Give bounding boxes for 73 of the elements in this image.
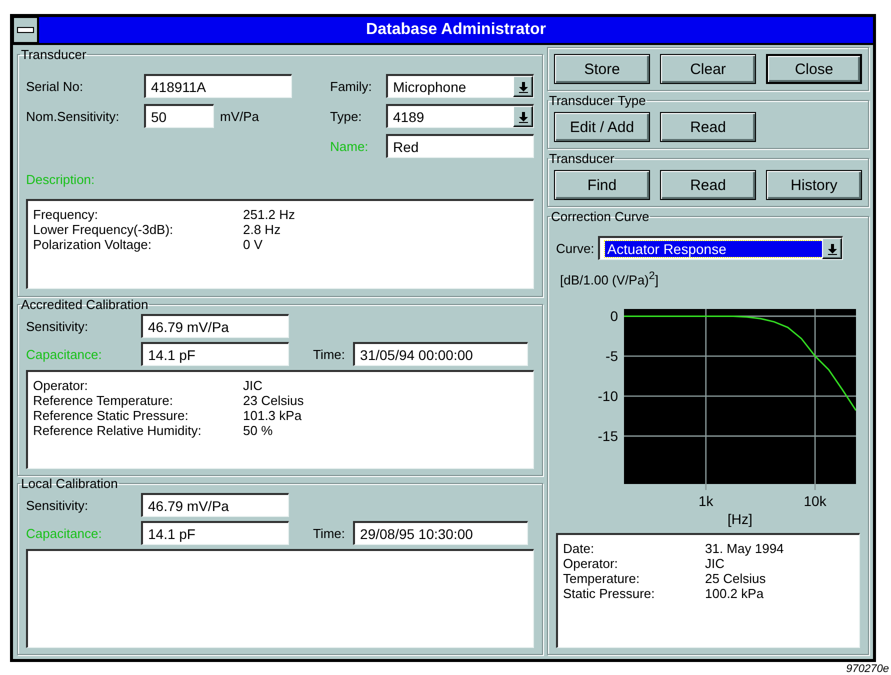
info-value: 23 Celsius [243,393,304,408]
axis-title: [Hz] [728,511,752,528]
info-value: 31. May 1994 [705,541,784,556]
field-label: Nom.Sensitivity: [26,108,120,124]
info-label: Operator: [33,378,89,393]
info-value: JIC [243,378,264,393]
field-label: Capacitance: [26,526,103,540]
group-title: Correction Curve [550,209,650,224]
info-value: 2.8 Hz [243,222,282,237]
field-label: Time: [313,346,346,362]
action-button[interactable]: Read [660,170,756,200]
action-button[interactable]: History [766,170,862,200]
action-button[interactable]: Read [660,112,756,142]
dropdown[interactable]: Microphone [386,74,534,98]
info-value: JIC [705,556,726,572]
tick-label: -5 [606,348,618,364]
tick-label: 1k [698,493,714,510]
tick-label: -10 [598,388,618,404]
field-label: Sensitivity: [26,318,90,334]
system-menu-button[interactable] [13,17,39,43]
info-value: 50 % [243,423,274,438]
field-label: Serial No: [26,78,84,94]
info-label: Temperature: [563,571,641,586]
unit-label: mV/Pa [220,108,260,124]
input-field[interactable]: 50 [144,104,214,128]
group-title: Accredited Calibration [20,297,150,312]
action-button[interactable]: Store [554,54,650,84]
input-field[interactable]: 31/05/94 00:00:00 [353,342,528,366]
dropdown[interactable]: Actuator Response [598,236,844,260]
action-button[interactable]: Close [766,54,862,84]
figure-code: 970270e [846,663,889,675]
tick-label: 10k [804,493,826,510]
tick-label: 0 [610,308,618,325]
field-label: Sensitivity: [26,498,90,512]
window-title: Database Administrator [365,21,547,39]
info-value: 25 Celsius [705,571,767,586]
group-title: Transducer [20,47,88,62]
info-label: Operator: [563,556,619,572]
field-label: Time: [313,526,346,540]
group-title: Transducer Type [548,93,647,108]
action-button[interactable]: Clear [660,54,756,84]
info-value: 0 V [243,237,264,252]
group-title: Transducer [548,151,616,166]
input-field[interactable]: Red [386,134,534,158]
axis-title: [dB/1.00 (V/Pa)$^{2}$] [560,270,659,288]
group-title: Local Calibration [20,476,119,491]
info-label: Static Pressure: [563,586,656,602]
input-field[interactable]: 46.79 mV/Pa [141,493,289,517]
input-field[interactable]: 29/08/95 10:30:00 [353,521,528,545]
info-label: Polarization Voltage: [33,237,153,252]
field-label: Curve: [556,240,594,256]
input-field[interactable]: 14.1 pF [141,521,289,545]
action-button[interactable]: Edit / Add [554,112,650,142]
info-label: Date: [563,541,596,556]
dropdown[interactable]: 4189 [386,104,534,128]
info-value: 100.2 kPa [705,586,765,602]
input-field[interactable]: 46.79 mV/Pa [141,314,289,338]
field-label: Family: [330,78,373,94]
info-label: Reference Temperature: [33,393,174,408]
input-field[interactable]: 418911A [144,74,292,98]
tick-label: -15 [598,428,618,444]
field-label: Capacitance: [26,346,103,362]
info-label: Reference Relative Humidity: [33,423,202,438]
input-field[interactable]: 14.1 pF [141,342,289,366]
info-label: Frequency: [33,207,100,222]
info-label: Reference Static Pressure: [33,408,190,423]
info-value: 101.3 kPa [243,408,303,423]
field-label: Name: [330,138,370,154]
description-label: Description: [26,172,96,187]
info-value: 251.2 Hz [243,207,296,222]
action-button[interactable]: Find [554,170,650,200]
info-label: Lower Frequency(-3dB): [33,222,174,237]
field-label: Type: [330,108,363,124]
